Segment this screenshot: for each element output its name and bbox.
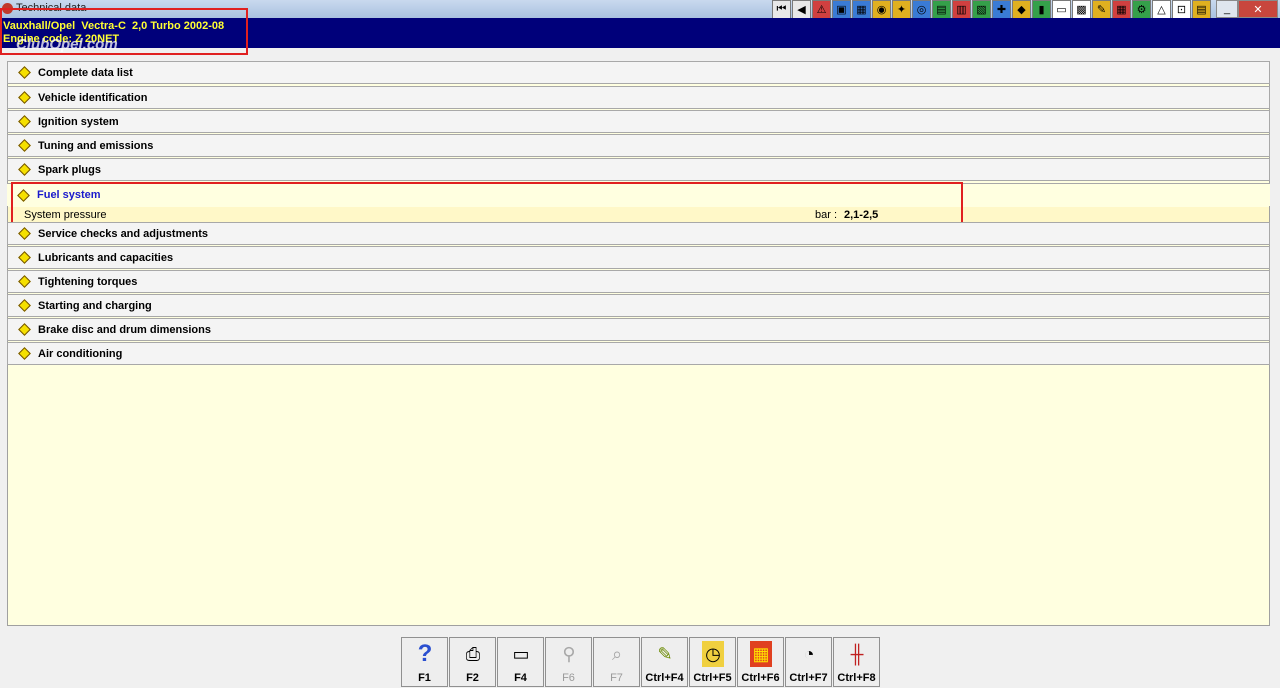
notes-icon: ✎ [657, 643, 673, 664]
key-label: F2 [466, 672, 479, 684]
key-label: F4 [514, 672, 527, 684]
key-label: F1 [418, 672, 431, 684]
warning-light-icon[interactable]: △ [1152, 0, 1171, 19]
wiring-icon[interactable]: ▤ [932, 0, 951, 19]
magnifier-icon: ⚲ [562, 643, 576, 664]
window-controls: _ ✕ [1216, 0, 1278, 18]
arrow-icon [18, 66, 31, 79]
section-label: Tightening torques [38, 275, 138, 288]
manual-icon[interactable]: ▩ [1072, 0, 1091, 19]
section-label: Starting and charging [38, 299, 152, 312]
section-ignition-system[interactable]: Ignition system [7, 110, 1270, 133]
ctrl-f6-button[interactable]: ▦ Ctrl+F6 [737, 637, 784, 687]
section-label: Lubricants and capacities [38, 251, 174, 264]
key-label: F7 [610, 672, 623, 684]
lift-icon: ╫ [850, 643, 864, 664]
f7-button[interactable]: ⌕ F7 [593, 637, 640, 687]
ctrl-f7-button[interactable]: ◔ Ctrl+F7 [785, 637, 832, 687]
key-label: Ctrl+F7 [789, 672, 828, 684]
section-brake-disc-dimensions[interactable]: Brake disc and drum dimensions [7, 318, 1270, 341]
key-label: Ctrl+F5 [693, 672, 732, 684]
battery-icon[interactable]: ▮ [1032, 0, 1051, 19]
help-icon: ? [417, 640, 433, 667]
fuel-highlight-box [11, 182, 963, 226]
dashboard-icon: ◔ [803, 643, 815, 664]
first-record-icon[interactable]: ⏮ [772, 0, 791, 19]
section-label: Spark plugs [38, 163, 101, 176]
tools-icon[interactable]: ✦ [892, 0, 911, 19]
section-label: Complete data list [38, 66, 133, 79]
monitor-icon: ▭ [512, 643, 530, 664]
f6-button[interactable]: ⚲ F6 [545, 637, 592, 687]
section-label: Ignition system [38, 115, 119, 128]
key-icon[interactable]: ✎ [1092, 0, 1111, 19]
f2-print-button[interactable]: ⎙ F2 [449, 637, 496, 687]
section-tightening-torques[interactable]: Tightening torques [7, 270, 1270, 293]
section-lubricants-and-capacities[interactable]: Lubricants and capacities [7, 246, 1270, 269]
parts-icon[interactable]: ◆ [1012, 0, 1031, 19]
minimize-button[interactable]: _ [1216, 0, 1238, 18]
calendar-icon: ▦ [750, 641, 772, 667]
function-key-bar: ? F1 ⎙ F2 ▭ F4 ⚲ F6 ⌕ F7 ✎ Ctrl+F4 ◷ Ctr… [401, 637, 881, 687]
gear-icon[interactable]: ⚙ [1132, 0, 1151, 19]
arrow-icon [18, 251, 31, 264]
key-label: Ctrl+F8 [837, 672, 876, 684]
fuel-icon[interactable]: ◉ [872, 0, 891, 19]
arrow-icon [18, 227, 31, 240]
search-icon: ⌕ [611, 643, 623, 664]
previous-record-icon[interactable]: ◀ [792, 0, 811, 19]
section-air-conditioning[interactable]: Air conditioning [7, 342, 1270, 365]
repair-times-icon[interactable]: ▥ [952, 0, 971, 19]
lift-icon[interactable]: ▧ [972, 0, 991, 19]
service-icon[interactable]: ✚ [992, 0, 1011, 19]
fuse-icon[interactable]: ▦ [1112, 0, 1131, 19]
arrow-icon [18, 91, 31, 104]
arrow-icon [18, 139, 31, 152]
close-button[interactable]: ✕ [1238, 0, 1278, 18]
tyre-icon[interactable]: ◎ [912, 0, 931, 19]
arrow-icon [18, 115, 31, 128]
section-label: Service checks and adjustments [38, 227, 208, 240]
f4-display-button[interactable]: ▭ F4 [497, 637, 544, 687]
section-label: Air conditioning [38, 347, 123, 360]
section-label: Tuning and emissions [38, 139, 154, 152]
window-icon[interactable]: ▭ [1052, 0, 1071, 19]
section-service-checks[interactable]: Service checks and adjustments [7, 222, 1270, 245]
arrow-icon [18, 275, 31, 288]
diagram-icon[interactable]: ▦ [852, 0, 871, 19]
section-label: Vehicle identification [38, 91, 148, 104]
key-label: Ctrl+F6 [741, 672, 780, 684]
arrow-icon [18, 323, 31, 336]
arrow-icon [18, 163, 31, 176]
ctrl-f4-button[interactable]: ✎ Ctrl+F4 [641, 637, 688, 687]
key-label: F6 [562, 672, 575, 684]
warning-icon[interactable]: ⚠ [812, 0, 831, 19]
section-tuning-and-emissions[interactable]: Tuning and emissions [7, 134, 1270, 157]
section-starting-and-charging[interactable]: Starting and charging [7, 294, 1270, 317]
top-toolbar: ⏮ ◀ ⚠ ▣ ▦ ◉ ✦ ◎ ▤ ▥ ▧ ✚ ◆ ▮ ▭ ▩ ✎ ▦ ⚙ △ … [772, 0, 1211, 20]
car-icon[interactable]: ⊡ [1172, 0, 1191, 19]
section-complete-data-list[interactable]: Complete data list [7, 61, 1270, 84]
section-label: Brake disc and drum dimensions [38, 323, 211, 336]
timer-icon: ◷ [702, 641, 724, 667]
engine-data-icon[interactable]: ▣ [832, 0, 851, 19]
printer-icon: ⎙ [465, 643, 481, 664]
arrow-icon [18, 347, 31, 360]
ctrl-f5-button[interactable]: ◷ Ctrl+F5 [689, 637, 736, 687]
key-label: Ctrl+F4 [645, 672, 684, 684]
arrow-icon [18, 299, 31, 312]
section-spark-plugs[interactable]: Spark plugs [7, 158, 1270, 181]
ctrl-f8-button[interactable]: ╫ Ctrl+F8 [833, 637, 880, 687]
section-vehicle-identification[interactable]: Vehicle identification [7, 86, 1270, 109]
f1-help-button[interactable]: ? F1 [401, 637, 448, 687]
header-highlight-box [0, 8, 248, 55]
settings-icon[interactable]: ▤ [1192, 0, 1211, 19]
